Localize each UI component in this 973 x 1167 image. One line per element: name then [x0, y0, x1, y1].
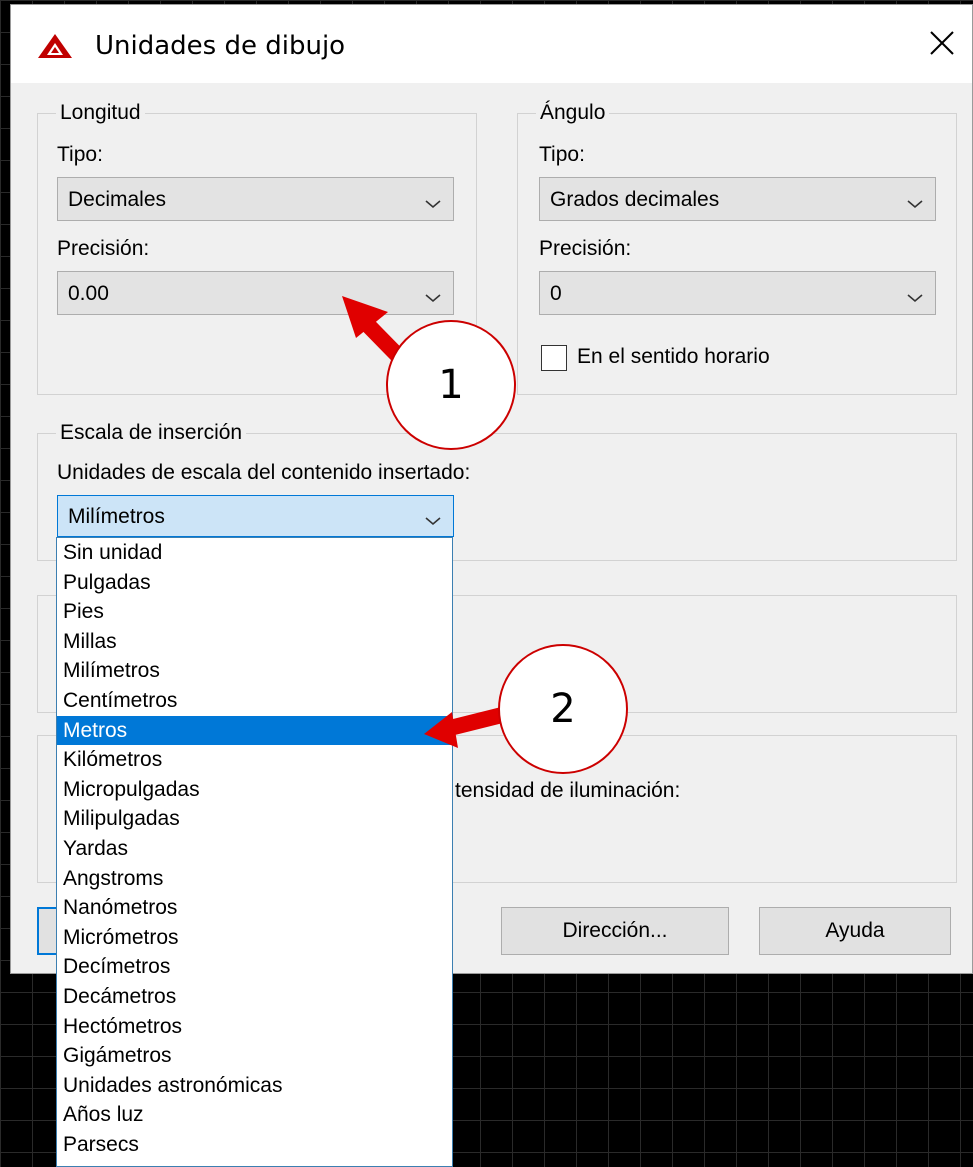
angle-precision-select[interactable]: 0 [539, 271, 936, 315]
dropdown-option[interactable]: Decámetros [57, 982, 452, 1012]
chevron-down-icon [907, 192, 923, 216]
lighting-units-label: tensidad de iluminación: [455, 779, 681, 802]
dropdown-option[interactable]: Kilómetros [57, 745, 452, 775]
angle-group-label: Ángulo [540, 101, 606, 124]
angle-type-label: Tipo: [539, 143, 585, 166]
clockwise-label: En el sentido horario [577, 345, 770, 368]
dropdown-option[interactable]: Nanómetros [57, 893, 452, 923]
chevron-down-icon [425, 192, 441, 216]
angle-precision-value: 0 [550, 282, 562, 305]
annotation-marker-1-label: 1 [438, 362, 464, 408]
insertion-units-dropdown-list[interactable]: Sin unidad Pulgadas Pies Millas Milímetros Ce… [56, 537, 453, 1167]
help-button[interactable]: Ayuda [759, 907, 951, 955]
insertion-units-value: Milímetros [68, 505, 165, 528]
annotation-marker-1: 1 [386, 320, 516, 450]
dropdown-option[interactable]: Años luz [57, 1100, 452, 1130]
dropdown-option[interactable]: Milipulgadas [57, 804, 452, 834]
length-precision-select[interactable]: 0.00 [57, 271, 454, 315]
dropdown-option[interactable]: Unidades astronómicas [57, 1071, 452, 1101]
length-type-value: Decimales [68, 188, 167, 211]
autocad-logo-icon [37, 33, 73, 64]
dropdown-option[interactable]: Gigámetros [57, 1041, 452, 1071]
dropdown-option[interactable]: Pulgadas [57, 568, 452, 598]
angle-type-value: Grados decimales [550, 188, 720, 211]
dropdown-option[interactable]: Parsecs [57, 1130, 452, 1160]
insertion-units-select[interactable]: Milímetros [57, 495, 454, 537]
title-bar: Unidades de dibujo [11, 5, 972, 83]
annotation-marker-2-label: 2 [550, 686, 576, 732]
dropdown-option[interactable]: Angstroms [57, 864, 452, 894]
angle-precision-label: Precisión: [539, 237, 632, 260]
annotation-marker-2: 2 [498, 644, 628, 774]
dropdown-option[interactable]: Yardas [57, 834, 452, 864]
dropdown-option[interactable]: Metros [57, 715, 452, 746]
dropdown-option[interactable]: Milímetros [57, 656, 452, 686]
insertion-units-label: Unidades de escala del contenido inserta… [57, 461, 471, 484]
length-type-label: Tipo: [57, 143, 103, 166]
chevron-down-icon [425, 509, 441, 533]
length-precision-label: Precisión: [57, 237, 150, 260]
length-group-label: Longitud [60, 101, 141, 124]
insertion-scale-group-label: Escala de inserción [60, 421, 243, 444]
direction-button[interactable]: Dirección... [501, 907, 729, 955]
dropdown-option[interactable]: Hectómetros [57, 1012, 452, 1042]
angle-type-select[interactable]: Grados decimales [539, 177, 936, 221]
dropdown-option[interactable]: Decímetros [57, 952, 452, 982]
dialog-title: Unidades de dibujo [95, 31, 346, 61]
clockwise-checkbox[interactable] [541, 345, 567, 371]
close-button[interactable] [912, 15, 972, 71]
direction-button-label: Dirección... [562, 919, 668, 942]
chevron-down-icon [907, 286, 923, 310]
help-button-label: Ayuda [825, 919, 885, 942]
dropdown-option[interactable]: Micropulgadas [57, 775, 452, 805]
dropdown-option[interactable]: Micrómetros [57, 923, 452, 953]
length-precision-value: 0.00 [68, 282, 109, 305]
length-type-select[interactable]: Decimales [57, 177, 454, 221]
dropdown-option[interactable]: Pies [57, 597, 452, 627]
chevron-down-icon [425, 286, 441, 310]
dropdown-option[interactable]: Millas [57, 627, 452, 657]
dropdown-option[interactable]: Sin unidad [57, 538, 452, 568]
dropdown-option[interactable]: Centímetros [57, 686, 452, 716]
close-icon [930, 31, 954, 55]
